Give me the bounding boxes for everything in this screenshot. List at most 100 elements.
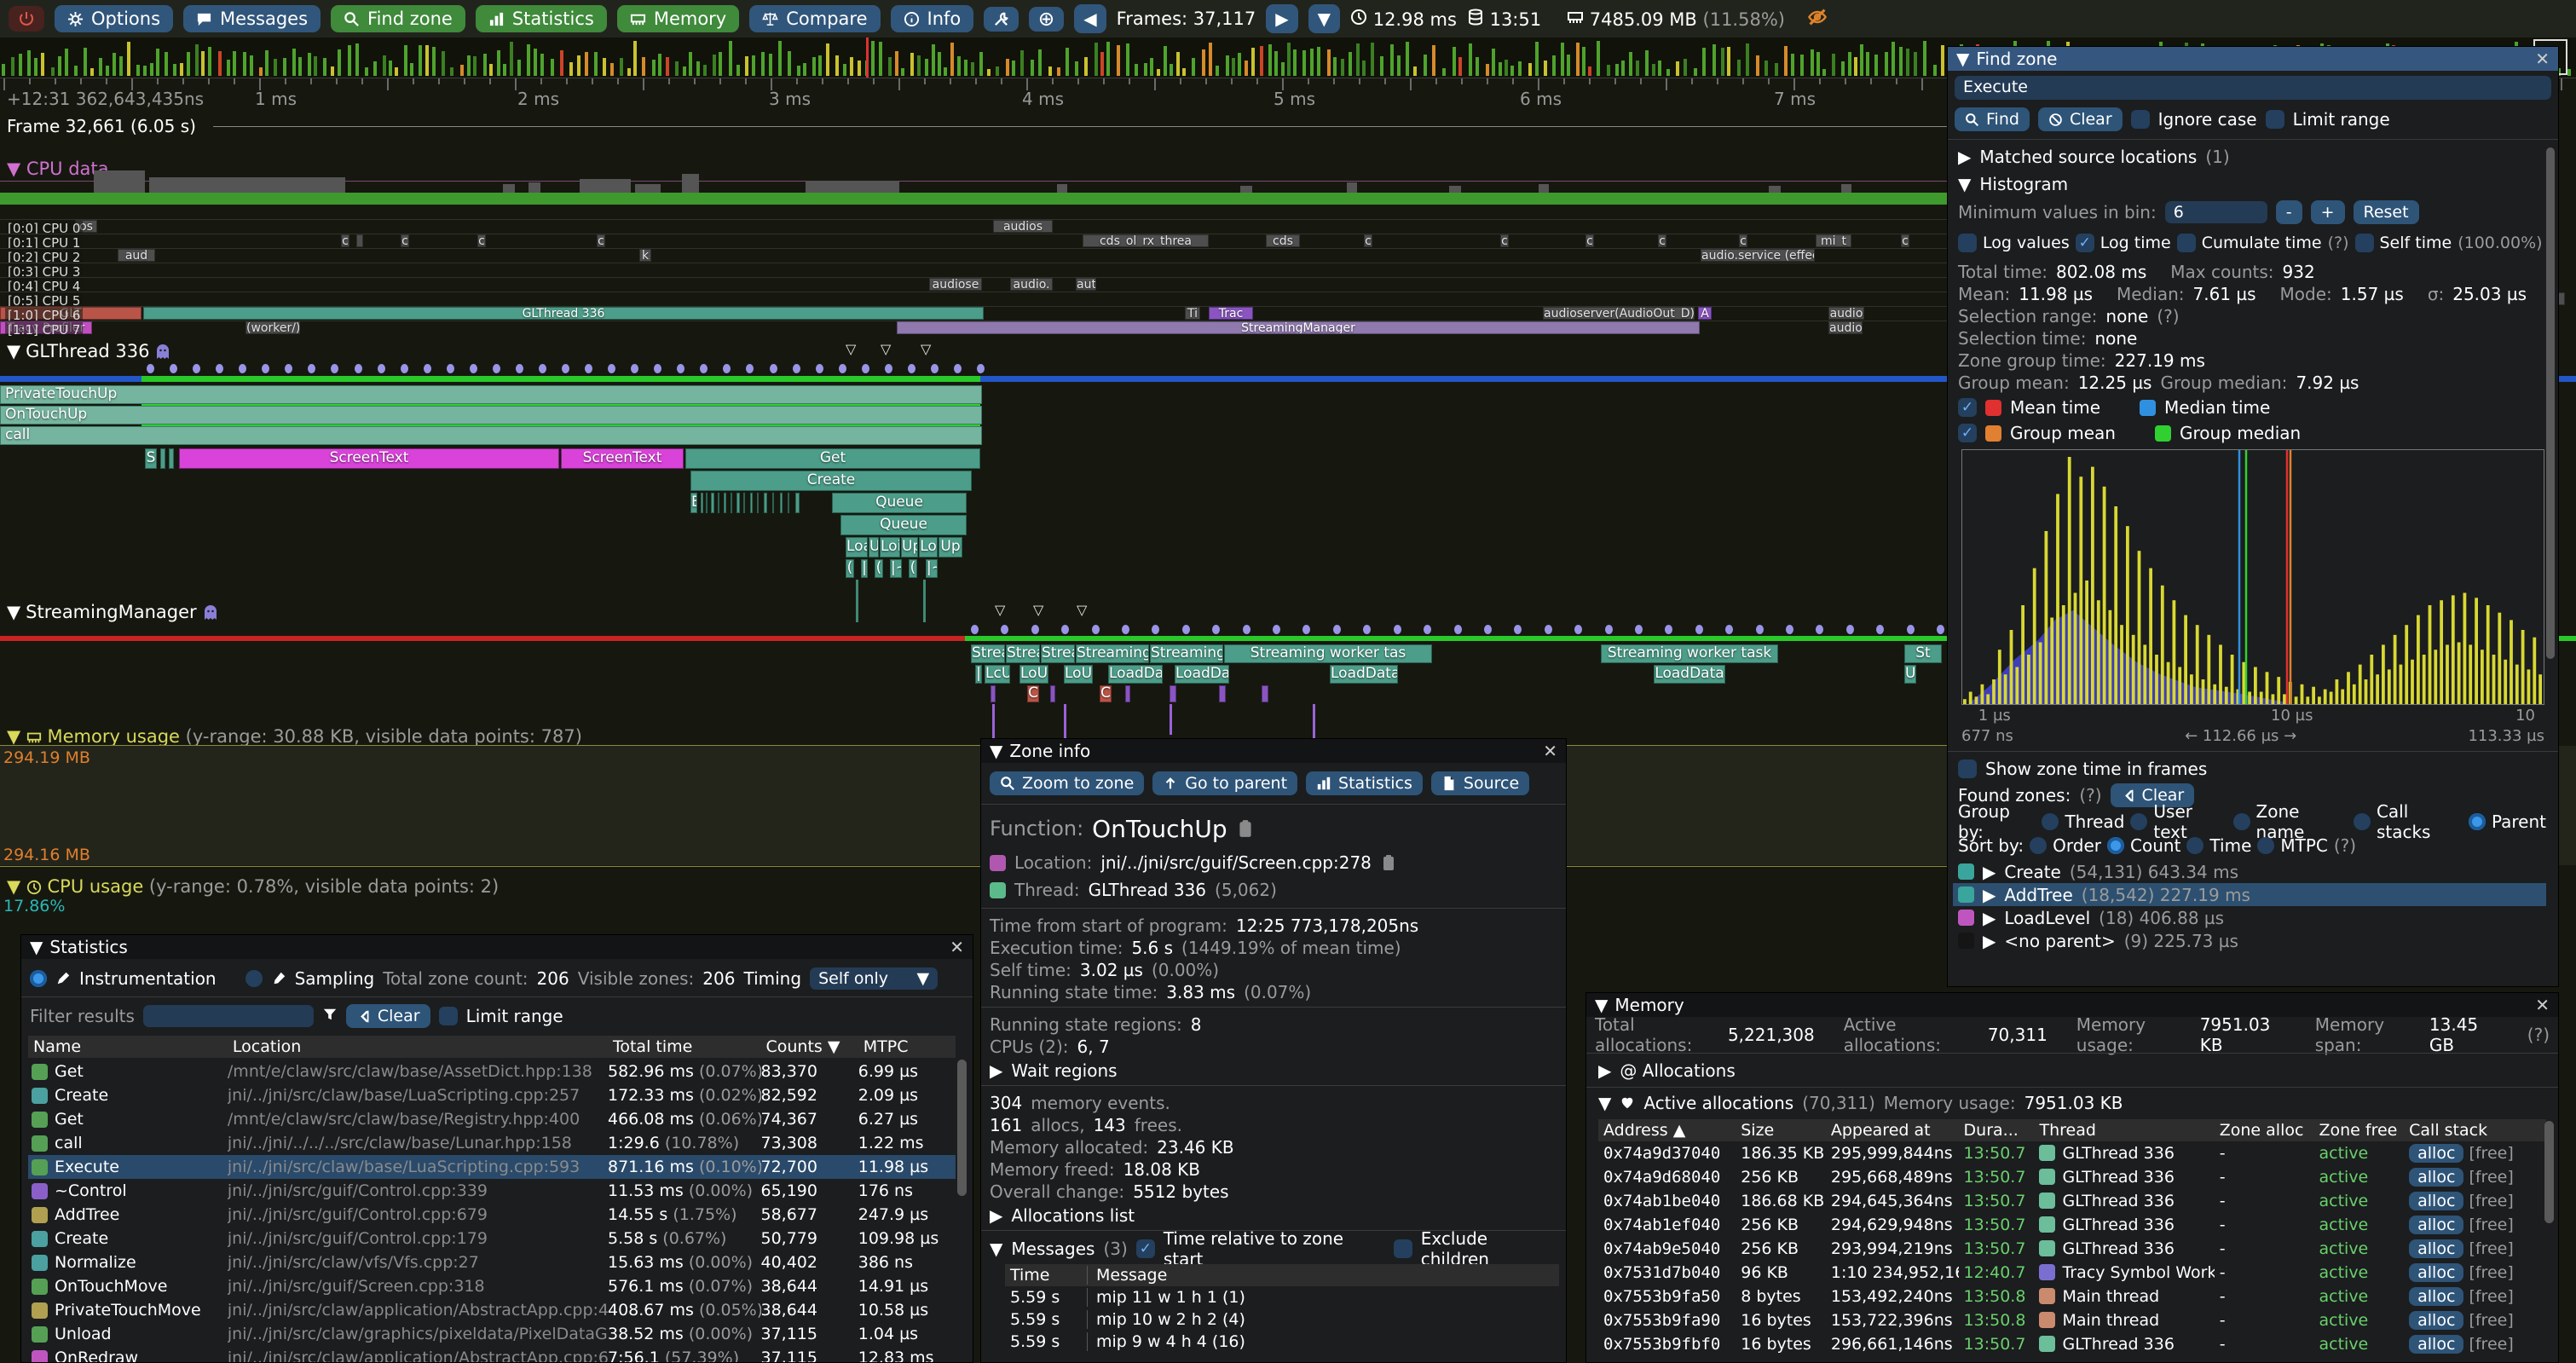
log-values-checkbox[interactable] bbox=[1958, 234, 1977, 252]
sample-dot[interactable] bbox=[1665, 625, 1672, 634]
toolbar-target-button[interactable] bbox=[1029, 7, 1064, 32]
sample-dot[interactable] bbox=[1152, 625, 1159, 634]
timeline-zone[interactable] bbox=[1170, 685, 1176, 702]
zoom-to-zone-button[interactable]: Zoom to zone bbox=[990, 771, 1144, 795]
sample-dot[interactable] bbox=[1273, 625, 1280, 634]
stats-table-row[interactable]: Get/mnt/e/claw/src/claw/base/AssetDict.h… bbox=[28, 1060, 956, 1083]
timeline-zone[interactable]: | bbox=[861, 559, 868, 578]
timeline-zone[interactable]: | bbox=[975, 665, 982, 684]
sample-dot[interactable] bbox=[424, 364, 431, 373]
timeline-zone[interactable]: ( bbox=[875, 559, 883, 578]
source-button[interactable]: Source bbox=[1431, 771, 1529, 795]
alloc-button[interactable]: alloc bbox=[2409, 1335, 2463, 1354]
timeline-zone[interactable] bbox=[788, 493, 789, 513]
cpu-zone[interactable]: Ti bbox=[1185, 307, 1200, 320]
alloc-button[interactable]: alloc bbox=[2409, 1287, 2463, 1306]
timeline-zone[interactable]: ScreenText bbox=[179, 448, 559, 469]
sample-dot[interactable] bbox=[193, 364, 200, 373]
group-by-parent-radio[interactable] bbox=[2469, 813, 2486, 830]
timeline-zone[interactable]: |~ bbox=[890, 559, 902, 578]
sample-dot[interactable] bbox=[1545, 625, 1552, 634]
sample-dot[interactable] bbox=[1695, 625, 1703, 634]
alloc-button[interactable]: alloc bbox=[2409, 1311, 2463, 1330]
clear-button[interactable]: Clear bbox=[346, 1004, 430, 1028]
close-icon[interactable]: ✕ bbox=[2535, 995, 2550, 1015]
column-header-mtpc[interactable]: MTPC bbox=[858, 1037, 956, 1056]
stats-table-row[interactable]: Normalizejni/../jni/src/claw/vfs/Vfs.cpp… bbox=[28, 1250, 956, 1274]
cpu-zone[interactable]: audiose bbox=[929, 278, 982, 291]
sample-dot[interactable] bbox=[1092, 625, 1100, 634]
sample-dot[interactable] bbox=[1514, 625, 1522, 634]
cpu-zone[interactable]: aut bbox=[1076, 278, 1096, 291]
column-header-zone-free[interactable]: Zone free bbox=[2314, 1121, 2405, 1140]
reset-button[interactable]: Reset bbox=[2354, 200, 2419, 224]
sample-dot[interactable] bbox=[170, 364, 177, 373]
stats-table-row[interactable]: PrivateTouchMovejni/../jni/src/claw/appl… bbox=[28, 1298, 956, 1322]
found-zone-group-row[interactable]: ▶AddTree(18,542) 227.19 ms bbox=[1953, 883, 2546, 906]
cpu-zone[interactable]: c bbox=[477, 234, 486, 247]
memory-table-row[interactable]: 0x7531d7b04096 KB1:10 234,952,16112:40.7… bbox=[1598, 1261, 2546, 1285]
cpu-zone[interactable]: aud bbox=[118, 249, 155, 262]
memory-usage-header[interactable]: ▼ Memory usage (y-range: 30.88 KB, visib… bbox=[7, 726, 582, 747]
matched-locations-row[interactable]: ▶Matched source locations(1) bbox=[1958, 146, 2546, 168]
limit-range-checkbox[interactable] bbox=[2266, 110, 2284, 129]
cpu-zone[interactable] bbox=[356, 234, 363, 247]
sample-dot[interactable] bbox=[585, 364, 592, 373]
stats-table-row[interactable]: Createjni/../jni/src/claw/base/LuaScript… bbox=[28, 1083, 956, 1107]
wait-regions-row[interactable]: ▶Wait regions bbox=[990, 1060, 1559, 1082]
timeline-zone[interactable]: LoadData bbox=[1330, 665, 1398, 684]
timeline-zone[interactable]: Streaming worker task bbox=[1601, 644, 1778, 663]
stats-table-row[interactable]: Unloadjni/../jni/src/claw/graphics/pixel… bbox=[28, 1322, 956, 1346]
timeline-zone[interactable]: LcU bbox=[985, 665, 1010, 684]
memory-table-row[interactable]: 0x74a9d68040256 KB295,668,489ns13:50.7GL… bbox=[1598, 1165, 2546, 1189]
timeline-zone[interactable]: Strea bbox=[1041, 644, 1075, 663]
sample-dot[interactable] bbox=[862, 364, 869, 373]
timeline-zone[interactable]: LoadDaU bbox=[1108, 665, 1163, 684]
timeline-zone[interactable] bbox=[169, 448, 174, 469]
findzone-scrollbar[interactable] bbox=[2546, 147, 2555, 659]
timeline-zone[interactable]: PrivateTouchUp bbox=[0, 385, 982, 404]
column-header-zone-alloc[interactable]: Zone alloc bbox=[2215, 1121, 2314, 1140]
cumulate-time-checkbox[interactable] bbox=[2177, 234, 2196, 252]
alloc-button[interactable]: alloc bbox=[2409, 1168, 2463, 1187]
timeline-zone[interactable]: ScreenText bbox=[561, 448, 684, 469]
sample-dot[interactable] bbox=[1605, 625, 1613, 634]
timeline-zone[interactable]: C bbox=[1027, 685, 1039, 702]
timeline-zone[interactable]: Loa bbox=[846, 537, 868, 557]
cpu-zone[interactable]: c bbox=[341, 234, 349, 247]
group-by-call-stacks-radio[interactable] bbox=[2354, 813, 2371, 830]
limit-range-checkbox[interactable] bbox=[439, 1007, 458, 1025]
timeline-zone[interactable]: Queue bbox=[832, 493, 967, 513]
toolbar-button-messages[interactable]: Messages bbox=[183, 5, 321, 32]
timeline-zone[interactable] bbox=[750, 493, 753, 513]
timeline-zone[interactable] bbox=[772, 493, 774, 513]
close-icon[interactable]: ✕ bbox=[2535, 49, 2550, 69]
sample-dot[interactable] bbox=[539, 364, 546, 373]
find-button[interactable]: Find bbox=[1955, 107, 2030, 131]
timeline-zone[interactable]: LoadDaU bbox=[1175, 665, 1229, 684]
group-by-zone-name-radio[interactable] bbox=[2233, 813, 2250, 830]
timeline-zone[interactable]: E bbox=[690, 493, 697, 513]
sample-dot[interactable] bbox=[470, 364, 477, 373]
stats-table-row[interactable]: ~Controljni/../jni/src/guif/Control.cpp:… bbox=[28, 1179, 956, 1203]
alloc-button[interactable]: alloc bbox=[2409, 1263, 2463, 1282]
cpu-zone[interactable]: c bbox=[1658, 234, 1666, 247]
sample-dot[interactable] bbox=[516, 364, 523, 373]
stats-table-row[interactable]: Executejni/../jni/src/claw/base/LuaScrip… bbox=[28, 1155, 956, 1179]
sample-dot[interactable] bbox=[977, 364, 985, 373]
find-zone-panel-titlebar[interactable]: ▼ Find zone✕ bbox=[1948, 47, 2558, 71]
toolbar-button-find-zone[interactable]: Find zone bbox=[331, 5, 465, 32]
sample-dot[interactable] bbox=[308, 364, 315, 373]
timeline-zone[interactable]: LoadData bbox=[1654, 665, 1725, 684]
timeline-zone[interactable]: Create bbox=[690, 471, 972, 491]
cpu-zone[interactable]: audio. bbox=[1010, 278, 1053, 291]
statistics-panel-titlebar[interactable]: ▼ Statistics✕ bbox=[21, 935, 973, 959]
column-header-dura-[interactable]: Dura... bbox=[1959, 1121, 2035, 1140]
sample-dot[interactable] bbox=[331, 364, 338, 373]
cpu-zone[interactable]: audio.service (effect) bbox=[1701, 249, 1815, 262]
column-header-size[interactable]: Size bbox=[1736, 1121, 1826, 1140]
cpu-zone[interactable]: A bbox=[1698, 307, 1712, 320]
timeline-zone[interactable] bbox=[711, 493, 714, 513]
timeline-zone[interactable] bbox=[706, 493, 708, 513]
clear-button[interactable]: Clear bbox=[2038, 107, 2123, 131]
